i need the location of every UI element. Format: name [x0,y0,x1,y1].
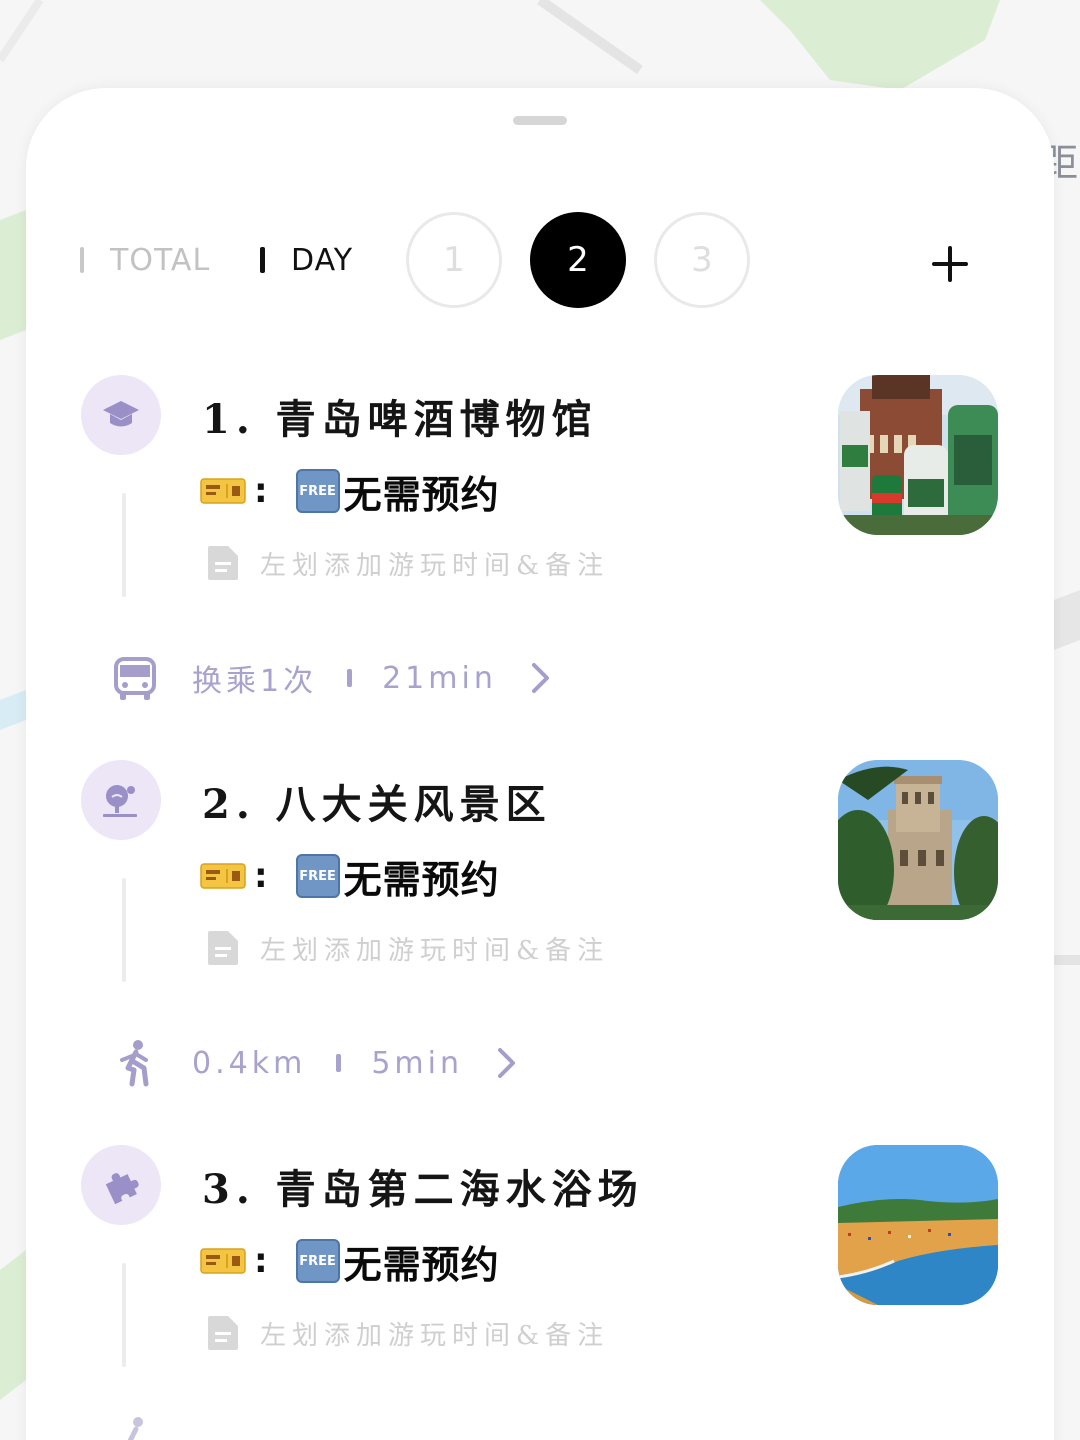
tab-total[interactable]: TOTAL [80,236,210,284]
castle-photo[interactable] [838,760,998,920]
chevron-right-icon[interactable] [495,1046,519,1080]
puzzle-icon [81,1145,161,1225]
document-icon [208,1316,238,1350]
note-placeholder: 左划添加游玩时间&备注 [260,935,610,966]
note-placeholder: 左划添加游玩时间&备注 [260,550,610,581]
document-icon [208,931,238,965]
free-badge: FREE [295,1239,340,1283]
document-icon [208,546,238,580]
stop-title: 2. 八大关风景区 [202,781,552,828]
day-1-button[interactable]: 1 [406,212,502,308]
ticket-icon [200,1248,246,1274]
timeline-line [122,1263,126,1367]
timeline-line [122,878,126,982]
transit-row[interactable]: 0.4km 5min [110,1033,519,1093]
beach-photo[interactable] [838,1145,998,1305]
note-row[interactable]: 左划添加游玩时间&备注 [206,1311,609,1355]
tab-day-label: DAY [291,242,354,278]
ticket-icon [200,478,246,504]
tab-day[interactable]: DAY [260,236,353,284]
transit-distance: 0.4km [192,1045,307,1081]
note-placeholder: 左划添加游玩时间&备注 [260,1320,610,1351]
ticket-icon [200,863,246,889]
free-badge: FREE [295,854,340,898]
transit-row[interactable]: 换乘1次 21min [110,648,553,708]
timeline-line [122,493,126,597]
tab-indicator [260,247,265,273]
ticket-colon: : [254,1241,268,1281]
transit-transfers: 换乘1次 [192,664,318,699]
itinerary-sheet: TOTAL DAY 1 2 3 1. 青岛啤酒博物馆: FREE 无需预约 左… [26,88,1054,1440]
tab-indicator [80,247,84,273]
walk-icon [120,1040,149,1087]
beer-museum-photo[interactable] [838,375,998,535]
transit-row[interactable] [110,1410,192,1440]
transit-duration: 21min [382,660,497,696]
chevron-right-icon[interactable] [529,661,553,695]
ticket-info: : FREE 无需预约 [200,852,500,902]
bus-icon [114,657,156,700]
stop-title: 1. 青岛啤酒博物馆 [202,396,598,443]
day-3-button[interactable]: 3 [654,212,750,308]
graduation-cap-icon [81,375,161,455]
stop-card[interactable]: 1. 青岛啤酒博物馆 : FREE 无需预约 左划添加游玩时间&备注 [26,375,1054,615]
reservation-status: 无需预约 [343,1242,500,1287]
day-tab-row: TOTAL DAY 1 2 3 [26,208,1054,312]
day-2-button[interactable]: 2 [530,212,626,308]
reservation-status: 无需预约 [343,472,500,517]
stop-card[interactable]: 3. 青岛第二海水浴场 : FREE 无需预约 左划添加游玩时间&备注 [26,1145,1054,1385]
stop-card[interactable]: 2. 八大关风景区 : FREE 无需预约 左划添加游玩时间&备注 [26,760,1054,1000]
plus-icon[interactable] [926,240,974,288]
stop-title: 3. 青岛第二海水浴场 [202,1166,644,1213]
tab-total-label: TOTAL [110,242,211,278]
separator [347,669,353,687]
transit-duration: 5min [371,1045,463,1081]
free-badge: FREE [295,469,340,513]
walk-icon [127,1417,143,1440]
note-row[interactable]: 左划添加游玩时间&备注 [206,541,609,585]
scenic-tree-icon [81,760,161,840]
reservation-status: 无需预约 [343,857,500,902]
note-row[interactable]: 左划添加游玩时间&备注 [206,926,609,970]
ticket-info: : FREE 无需预约 [200,467,500,517]
ticket-colon: : [254,471,268,511]
ticket-info: : FREE 无需预约 [200,1237,500,1287]
separator [336,1054,342,1072]
drag-handle[interactable] [513,116,567,125]
ticket-colon: : [254,856,268,896]
